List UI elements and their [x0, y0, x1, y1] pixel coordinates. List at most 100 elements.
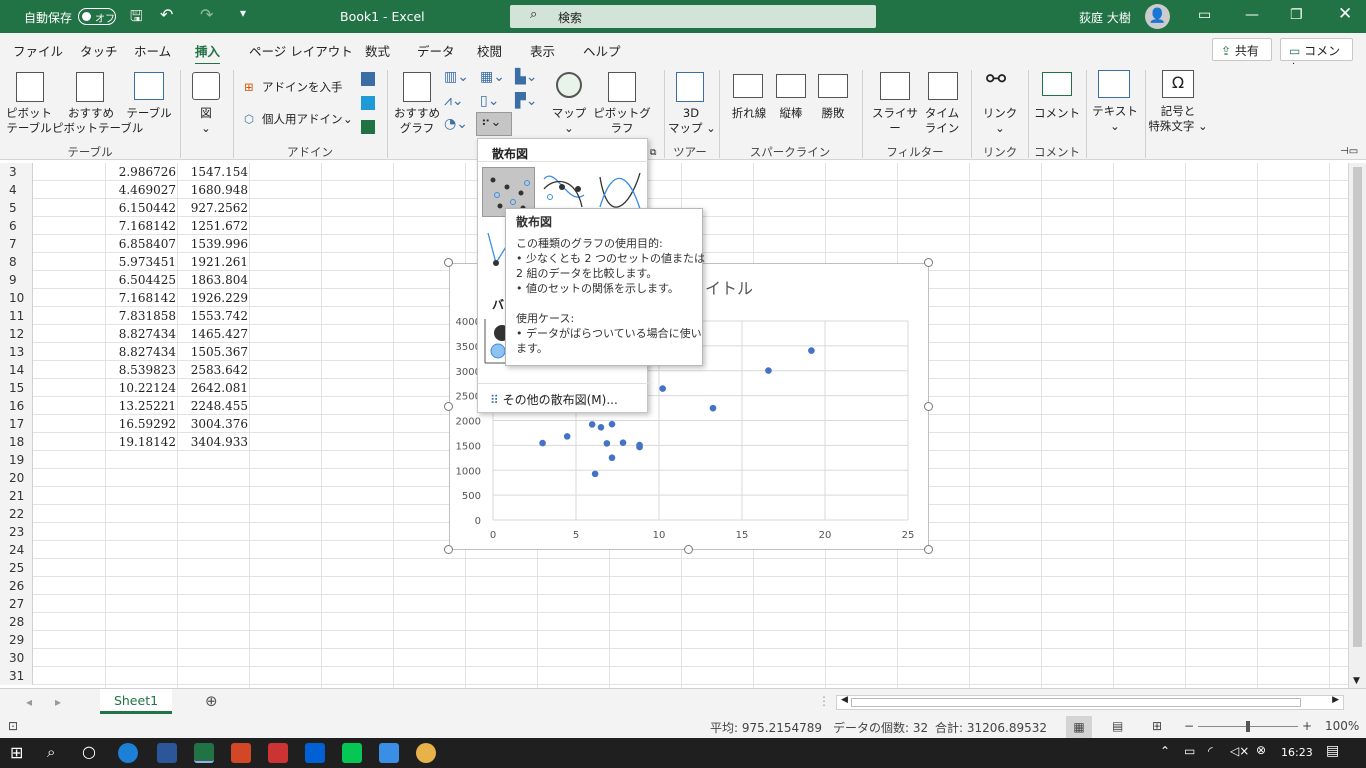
table-row[interactable]: 25: [0, 559, 1348, 577]
cell-y-value[interactable]: [178, 577, 248, 595]
cell-x-value[interactable]: 6.858407: [106, 235, 176, 253]
zoom-out-icon[interactable]: −: [1184, 719, 1194, 733]
cell-y-value[interactable]: 2248.455: [178, 397, 248, 415]
add-sheet-icon[interactable]: ⊕: [205, 692, 218, 710]
cell-y-value[interactable]: 927.2562: [178, 199, 248, 217]
table-row[interactable]: 3 2.986726 1547.154: [0, 163, 1348, 181]
row-header[interactable]: 3: [0, 163, 33, 181]
table-row[interactable]: 27: [0, 595, 1348, 613]
statistic-chart-icon[interactable]: ▯⌄: [480, 94, 499, 109]
photos-icon[interactable]: [379, 743, 399, 763]
vertical-scrollbar[interactable]: ▼: [1348, 163, 1366, 688]
scroll-down-icon[interactable]: ▼: [1353, 676, 1360, 686]
bing-icon[interactable]: [361, 96, 375, 110]
ribbon-display-icon[interactable]: ▭: [1198, 7, 1211, 23]
tab-file[interactable]: ファイル: [13, 41, 63, 60]
cell-y-value[interactable]: [178, 613, 248, 631]
chart-resize-handle[interactable]: [924, 545, 933, 554]
cell-x-value[interactable]: [106, 469, 176, 487]
more-scatter-charts[interactable]: ⠿ その他の散布図(M)...: [490, 391, 618, 408]
comments-button[interactable]: ▭ コメント: [1280, 38, 1353, 75]
visio-icon[interactable]: [361, 72, 375, 86]
tab-scroll-right-icon[interactable]: ▸: [55, 695, 61, 709]
column-chart-icon[interactable]: ▥⌄: [444, 70, 469, 85]
line-icon[interactable]: [342, 743, 362, 763]
cell-x-value[interactable]: 8.827434: [106, 325, 176, 343]
cell-y-value[interactable]: 2642.081: [178, 379, 248, 397]
3d-map-button[interactable]: 3D マップ ⌄: [668, 106, 716, 136]
chart-resize-handle[interactable]: [924, 258, 933, 267]
cell-y-value[interactable]: [178, 505, 248, 523]
word-icon[interactable]: [157, 743, 177, 763]
recommended-charts-button[interactable]: おすすめ グラフ: [393, 106, 441, 136]
scroll-right-icon[interactable]: ▶: [1332, 695, 1339, 705]
chart-resize-handle[interactable]: [444, 401, 453, 411]
cell-x-value[interactable]: 8.539823: [106, 361, 176, 379]
tab-help[interactable]: ヘルプ: [583, 41, 621, 60]
cell-y-value[interactable]: 1553.742: [178, 307, 248, 325]
my-addins-button[interactable]: 個人用アドイン: [262, 112, 343, 127]
cell-y-value[interactable]: 1863.804: [178, 271, 248, 289]
page-layout-view-icon[interactable]: ▤: [1112, 719, 1123, 733]
tab-review[interactable]: 校閲: [477, 41, 502, 60]
line-chart-icon[interactable]: ⩘⌄: [444, 94, 464, 109]
row-header[interactable]: 9: [0, 271, 33, 289]
row-header[interactable]: 10: [0, 289, 33, 307]
table-row[interactable]: 29: [0, 631, 1348, 649]
cell-y-value[interactable]: 3004.376: [178, 415, 248, 433]
table-row[interactable]: 4 4.469027 1680.948: [0, 181, 1348, 199]
redo-icon[interactable]: ↷: [200, 5, 213, 24]
row-header[interactable]: 16: [0, 397, 33, 415]
vertical-scroll-thumb[interactable]: [1353, 167, 1362, 647]
gmail-icon[interactable]: [268, 743, 288, 763]
cell-x-value[interactable]: [106, 631, 176, 649]
scatter-chart-button[interactable]: ⠖⌄: [476, 112, 512, 136]
timeline-button[interactable]: タイム ライン: [920, 106, 964, 136]
chart-dialog-launcher-icon[interactable]: ⧉: [650, 146, 656, 161]
row-header[interactable]: 17: [0, 415, 33, 433]
cell-x-value[interactable]: 6.504425: [106, 271, 176, 289]
cell-x-value[interactable]: 8.827434: [106, 343, 176, 361]
hierarchy-chart-icon[interactable]: ▦⌄: [480, 70, 505, 85]
save-icon[interactable]: 🖫: [130, 6, 143, 31]
cell-x-value[interactable]: 2.986726: [106, 163, 176, 181]
row-header[interactable]: 25: [0, 559, 33, 577]
text-button[interactable]: テキスト ⌄: [1092, 104, 1138, 134]
row-header[interactable]: 14: [0, 361, 33, 379]
cell-y-value[interactable]: 1505.367: [178, 343, 248, 361]
cell-y-value[interactable]: 1547.154: [178, 163, 248, 181]
sheet-tab-sheet1[interactable]: Sheet1: [100, 689, 172, 714]
cell-x-value[interactable]: 7.168142: [106, 289, 176, 307]
cell-y-value[interactable]: [178, 667, 248, 685]
cell-y-value[interactable]: [178, 541, 248, 559]
cell-x-value[interactable]: 6.150442: [106, 199, 176, 217]
autosave-toggle[interactable]: オフ: [78, 8, 116, 25]
table-row[interactable]: 30: [0, 649, 1348, 667]
cell-y-value[interactable]: 1921.261: [178, 253, 248, 271]
cell-x-value[interactable]: 19.18142: [106, 433, 176, 451]
row-header[interactable]: 23: [0, 523, 33, 541]
table-row[interactable]: 28: [0, 613, 1348, 631]
paint-icon[interactable]: [416, 743, 436, 763]
row-header[interactable]: 7: [0, 235, 33, 253]
cell-y-value[interactable]: [178, 559, 248, 577]
powerpoint-icon[interactable]: [231, 743, 251, 763]
close-icon[interactable]: ✕: [1338, 4, 1352, 24]
row-header[interactable]: 15: [0, 379, 33, 397]
cell-y-value[interactable]: 1539.996: [178, 235, 248, 253]
cell-x-value[interactable]: [106, 505, 176, 523]
cell-x-value[interactable]: [106, 649, 176, 667]
undo-icon[interactable]: ↶: [160, 5, 173, 24]
tab-data[interactable]: データ: [417, 41, 455, 60]
row-header[interactable]: 28: [0, 613, 33, 631]
tab-home[interactable]: ホーム: [134, 41, 171, 60]
cell-x-value[interactable]: 13.25221: [106, 397, 176, 415]
table-row[interactable]: 31: [0, 667, 1348, 685]
macro-record-icon[interactable]: ⊡: [8, 719, 18, 733]
table-button[interactable]: テーブル: [126, 106, 172, 121]
chart-resize-handle[interactable]: [924, 401, 933, 411]
row-header[interactable]: 11: [0, 307, 33, 325]
people-graph-icon[interactable]: [361, 120, 375, 134]
tab-formulas[interactable]: 数式: [365, 41, 390, 60]
cell-x-value[interactable]: [106, 577, 176, 595]
